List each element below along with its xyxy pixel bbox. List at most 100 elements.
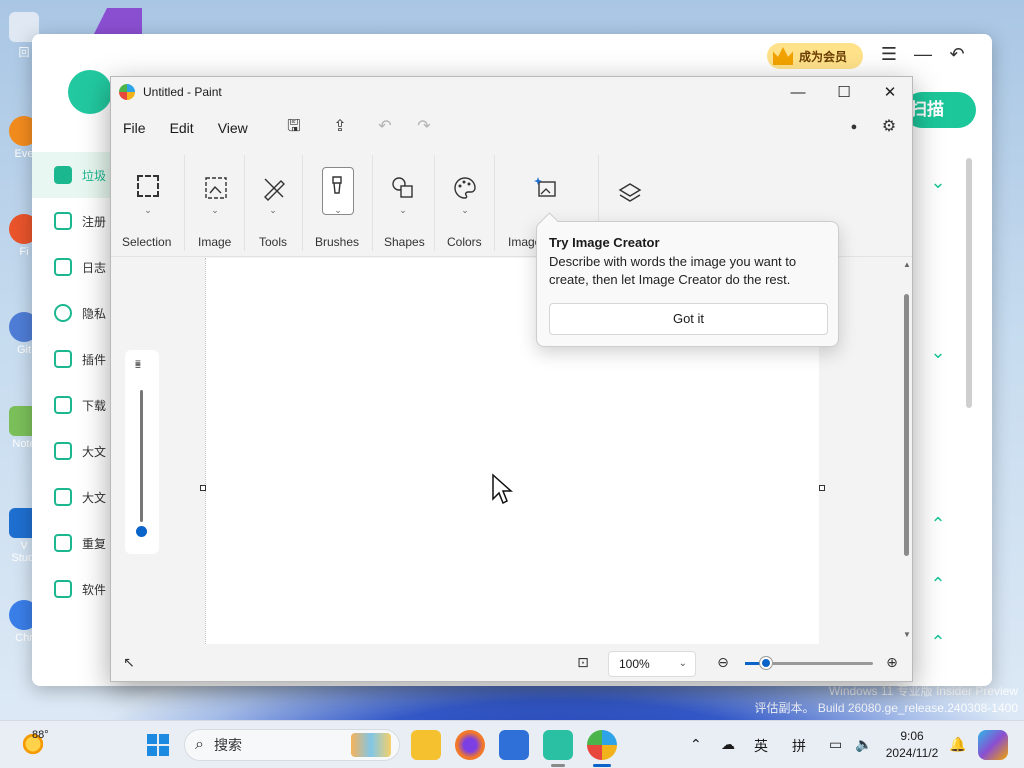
zoom-in-icon[interactable]: ⊕ xyxy=(882,654,902,674)
zoom-level-value: 100% xyxy=(619,657,650,671)
cleaner-nav-privacy[interactable]: 隐私 xyxy=(32,290,112,336)
nav-label: 注册 xyxy=(82,214,107,229)
file-explorer-icon[interactable] xyxy=(411,730,441,760)
cleaner-nav-plugins[interactable]: 插件 xyxy=(32,336,112,382)
chart-icon xyxy=(54,488,72,506)
chevron-up-icon[interactable]: ⌃ xyxy=(928,514,948,534)
zoom-out-icon[interactable]: ⊖ xyxy=(713,654,733,674)
nav-label: 重复 xyxy=(82,536,107,551)
chevron-up-icon[interactable]: ⌃ xyxy=(928,574,948,594)
search-highlight-icon xyxy=(351,733,391,757)
canvas-resize-handle-right[interactable] xyxy=(819,485,825,491)
colors-group[interactable]: ⌄ Colors xyxy=(435,155,495,251)
paint-menubar: File Edit View 🖫 ⇪ ↶ ↷ ● ⚙ xyxy=(111,107,912,149)
search-icon: ⌕ xyxy=(195,736,204,753)
privacy-icon xyxy=(54,304,72,322)
temperature: 88° xyxy=(32,729,49,741)
pointer-position-icon: ↖ xyxy=(123,654,135,670)
minimize-icon[interactable]: — xyxy=(909,44,937,68)
download-icon xyxy=(54,396,72,414)
minimize-button[interactable]: — xyxy=(775,77,821,107)
cleaner-nav-large-files[interactable]: 大文 xyxy=(32,428,112,474)
nav-label: 隐私 xyxy=(82,306,107,321)
become-member-button[interactable]: 成为会员 xyxy=(767,43,863,69)
shapes-label: Shapes xyxy=(384,235,425,249)
cleaner-nav-downloads[interactable]: 下载 xyxy=(32,382,112,428)
cleaner-nav-logs[interactable]: 日志 xyxy=(32,244,112,290)
tip-title: Try Image Creator xyxy=(549,235,660,250)
ime-language-indicator[interactable]: 英 xyxy=(754,736,768,756)
image-group[interactable]: ⌄ Image xyxy=(185,155,245,251)
menu-file[interactable]: File xyxy=(111,120,158,136)
chevron-down-icon[interactable]: ⌄ xyxy=(928,172,948,192)
menu-edit[interactable]: Edit xyxy=(158,120,206,136)
cleaner-taskbar-icon[interactable] xyxy=(543,730,573,760)
ime-mode-indicator[interactable]: 拼 xyxy=(792,736,806,756)
back-icon[interactable]: ↶ xyxy=(943,44,971,68)
shapes-group[interactable]: ⌄ Shapes xyxy=(373,155,435,251)
chevron-down-icon: ⌄ xyxy=(334,205,342,215)
scroll-down-arrow-icon[interactable]: ▼ xyxy=(903,630,911,639)
paint-titlebar[interactable]: Untitled - Paint — ☐ ✕ xyxy=(111,77,912,107)
share-icon[interactable]: ⇪ xyxy=(328,115,352,139)
canvas-vertical-scrollbar[interactable]: ▲ ▼ xyxy=(903,258,911,644)
save-icon[interactable]: 🖫 xyxy=(282,115,306,139)
cleaner-nav-registry[interactable]: 注册 xyxy=(32,198,112,244)
cleaner-scrollbar[interactable] xyxy=(966,158,972,408)
onedrive-cloud-icon[interactable]: ☁ xyxy=(721,736,735,753)
chevron-down-icon[interactable]: ⌄ xyxy=(928,342,948,362)
layers-icon xyxy=(617,181,645,209)
image-label: Image xyxy=(198,235,232,249)
start-button[interactable] xyxy=(143,730,173,760)
cleaner-nav-software[interactable]: 软件 xyxy=(32,566,112,612)
taskbar: 88° ⌕ 搜索 ⌃ ☁ 英 拼 ▭ 🔈 9:06 2024/11/2 🔔 xyxy=(0,720,1024,768)
window-title: Untitled - Paint xyxy=(143,85,222,99)
account-icon[interactable]: ● xyxy=(842,115,866,139)
display-icon[interactable]: ▭ xyxy=(829,736,842,753)
menu-view[interactable]: View xyxy=(206,120,260,136)
zoom-slider-thumb[interactable] xyxy=(760,657,772,669)
settings-gear-icon[interactable]: ⚙ xyxy=(877,115,901,139)
microsoft-store-icon[interactable] xyxy=(499,730,529,760)
stroke-width-icon: ≡ ≡ xyxy=(135,358,141,372)
close-button[interactable]: ✕ xyxy=(867,77,913,107)
shapes-icon xyxy=(390,175,418,203)
brushes-group[interactable]: ⌄ Brushes xyxy=(303,155,373,251)
search-placeholder: 搜索 xyxy=(213,737,242,753)
notification-bell-icon[interactable]: 🔔 xyxy=(949,736,966,753)
menu-list-icon[interactable]: ☰ xyxy=(875,44,903,68)
taskbar-search-box[interactable]: ⌕ 搜索 xyxy=(184,729,400,761)
fit-to-window-icon[interactable]: ⊡ xyxy=(573,654,593,674)
cleaner-nav-junk[interactable]: 垃圾 xyxy=(32,152,112,198)
cleaner-sidebar: 垃圾 注册 日志 隐私 插件 下载 大文 大文 重复 软件 xyxy=(32,152,112,612)
copilot-icon[interactable] xyxy=(978,730,1008,760)
paint-taskbar-icon[interactable] xyxy=(587,730,617,760)
zoom-level-dropdown[interactable]: 100% ⌄ xyxy=(608,651,696,677)
tip-body: Describe with words the image you want t… xyxy=(549,254,797,287)
selection-group[interactable]: ⌄ Selection xyxy=(111,155,185,251)
scroll-up-arrow-icon[interactable]: ▲ xyxy=(903,260,911,269)
chevron-down-icon: ⌄ xyxy=(269,205,277,215)
got-it-button[interactable]: Got it xyxy=(549,303,828,335)
maximize-button[interactable]: ☐ xyxy=(821,77,867,107)
running-indicator xyxy=(551,764,565,767)
brush-size-slider-thumb[interactable] xyxy=(136,526,147,537)
redo-icon[interactable]: ↷ xyxy=(412,115,436,139)
cleaner-nav-duplicates[interactable]: 重复 xyxy=(32,520,112,566)
tools-group[interactable]: ⌄ Tools xyxy=(245,155,303,251)
taskbar-clock[interactable]: 9:06 2024/11/2 xyxy=(880,728,944,762)
cleaner-nav-large-file-stats[interactable]: 大文 xyxy=(32,474,112,520)
chevron-up-icon[interactable]: ⌃ xyxy=(928,632,948,652)
undo-icon[interactable]: ↶ xyxy=(373,115,397,139)
zoom-slider[interactable] xyxy=(745,657,873,669)
brush-size-slider-track[interactable] xyxy=(140,390,143,522)
scan-button[interactable]: 扫描 xyxy=(904,92,976,128)
puzzle-icon xyxy=(54,350,72,368)
colors-label: Colors xyxy=(447,235,482,249)
canvas-resize-handle-left[interactable] xyxy=(200,485,206,491)
tray-overflow-chevron-icon[interactable]: ⌃ xyxy=(690,736,702,753)
scrollbar-thumb[interactable] xyxy=(904,294,909,556)
nav-label: 日志 xyxy=(82,260,107,275)
speaker-icon[interactable]: 🔈 xyxy=(855,736,872,753)
firefox-taskbar-icon[interactable] xyxy=(455,730,485,760)
